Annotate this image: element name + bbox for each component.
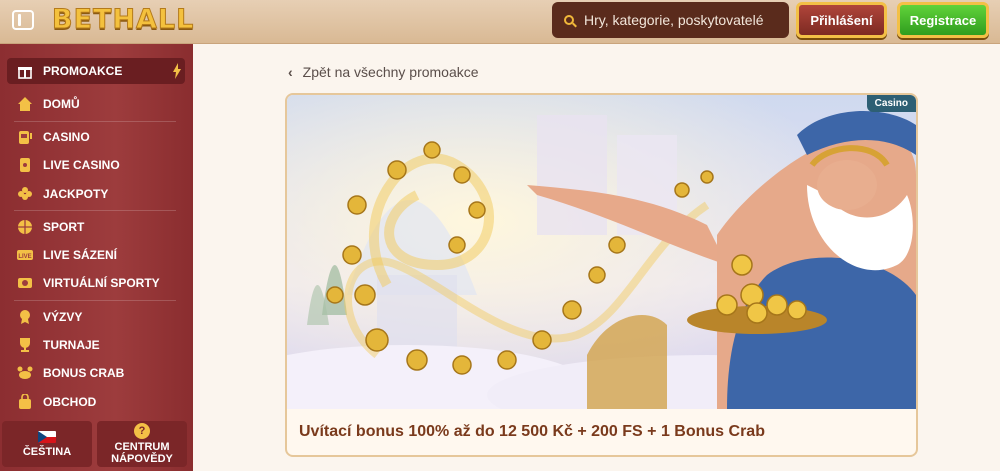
search-input[interactable]: Hry, kategorie, poskytovatelé xyxy=(552,2,789,38)
divider xyxy=(14,300,176,301)
divider xyxy=(14,210,176,211)
challenge-icon xyxy=(17,309,33,325)
clover-icon xyxy=(17,186,33,202)
sidebar-item-label: TURNAJE xyxy=(43,338,100,352)
help-label-line1: CENTRUM xyxy=(114,441,170,453)
sidebar-item-turnaje[interactable]: TURNAJE xyxy=(7,332,185,358)
sidebar-item-live-sazeni[interactable]: LIVE LIVE SÁZENÍ xyxy=(7,242,185,268)
sidebar-item-label: SPORT xyxy=(43,220,85,234)
sidebar-item-vyzvy[interactable]: VÝZVY xyxy=(7,304,185,330)
promo-title[interactable]: Uvítací bonus 100% až do 12 500 Kč + 200… xyxy=(299,423,765,441)
top-header: BETHALL Hry, kategorie, poskytovatelé Př… xyxy=(0,0,1000,44)
sidebar-item-domu[interactable]: DOMŮ xyxy=(7,91,185,117)
search-placeholder: Hry, kategorie, poskytovatelé xyxy=(584,12,764,28)
divider xyxy=(14,121,176,122)
sidebar-item-label: VIRTUÁLNÍ SPORTY xyxy=(43,276,160,290)
crab-icon xyxy=(17,365,33,381)
sidebar: PROMOAKCE DOMŮ CASINO LIVE CASINO JACKPO… xyxy=(0,44,193,471)
czech-flag-icon xyxy=(38,430,56,443)
gift-icon xyxy=(17,63,33,79)
sidebar-item-virtualni-sporty[interactable]: VIRTUÁLNÍ SPORTY xyxy=(7,270,185,296)
sidebar-item-label: PROMOAKCE xyxy=(43,64,123,78)
sidebar-toggle-icon[interactable] xyxy=(12,10,34,30)
trophy-icon xyxy=(17,337,33,353)
promo-card[interactable]: Casino Uvítací bonus 100% až do 12 500 K… xyxy=(285,93,918,457)
register-button[interactable]: Registrace xyxy=(897,2,989,38)
help-center-button[interactable]: ? CENTRUM NÁPOVĚDY xyxy=(97,421,187,467)
sidebar-item-casino[interactable]: CASINO xyxy=(7,124,185,150)
slot-machine-icon xyxy=(17,129,33,145)
back-to-promotions-link[interactable]: ‹ Zpět na všechny promoakce xyxy=(288,64,479,80)
back-link-label: Zpět na všechny promoakce xyxy=(302,64,479,80)
login-button[interactable]: Přihlášení xyxy=(796,2,887,38)
sidebar-item-label: LIVE SÁZENÍ xyxy=(43,248,118,262)
sidebar-item-promoakce[interactable]: PROMOAKCE xyxy=(7,58,185,84)
search-icon xyxy=(564,15,574,25)
sidebar-item-bonus-crab[interactable]: BONUS CRAB xyxy=(7,360,185,386)
svg-text:LIVE: LIVE xyxy=(18,254,31,260)
sidebar-item-live-casino[interactable]: LIVE CASINO xyxy=(7,152,185,178)
language-selector[interactable]: ČEŠTINA xyxy=(2,421,92,467)
sidebar-item-label: OBCHOD xyxy=(43,395,97,409)
sidebar-item-label: DOMŮ xyxy=(43,97,80,111)
bag-icon xyxy=(17,394,33,410)
virtual-icon xyxy=(17,275,33,291)
sidebar-item-label: BONUS CRAB xyxy=(43,366,125,380)
sidebar-item-label: JACKPOTY xyxy=(43,187,109,201)
promo-banner-image xyxy=(287,95,916,409)
sidebar-item-jackpoty[interactable]: JACKPOTY xyxy=(7,181,185,207)
live-icon: LIVE xyxy=(17,247,33,263)
help-icon: ? xyxy=(134,423,150,439)
bethall-logo[interactable]: BETHALL xyxy=(51,4,194,36)
sidebar-item-label: VÝZVY xyxy=(43,310,83,324)
home-icon xyxy=(17,96,33,112)
help-label-line2: NÁPOVĚDY xyxy=(111,453,173,465)
bolt-icon xyxy=(173,63,181,79)
language-label: ČEŠTINA xyxy=(22,445,72,458)
sidebar-item-label: CASINO xyxy=(43,130,90,144)
chevron-left-icon: ‹ xyxy=(288,64,293,80)
sidebar-item-sport[interactable]: SPORT xyxy=(7,214,185,240)
sidebar-item-obchod[interactable]: OBCHOD xyxy=(7,389,185,415)
cards-icon xyxy=(17,157,33,173)
sidebar-item-label: LIVE CASINO xyxy=(43,158,120,172)
casino-category-badge: Casino xyxy=(866,95,916,112)
ball-icon xyxy=(17,219,33,235)
